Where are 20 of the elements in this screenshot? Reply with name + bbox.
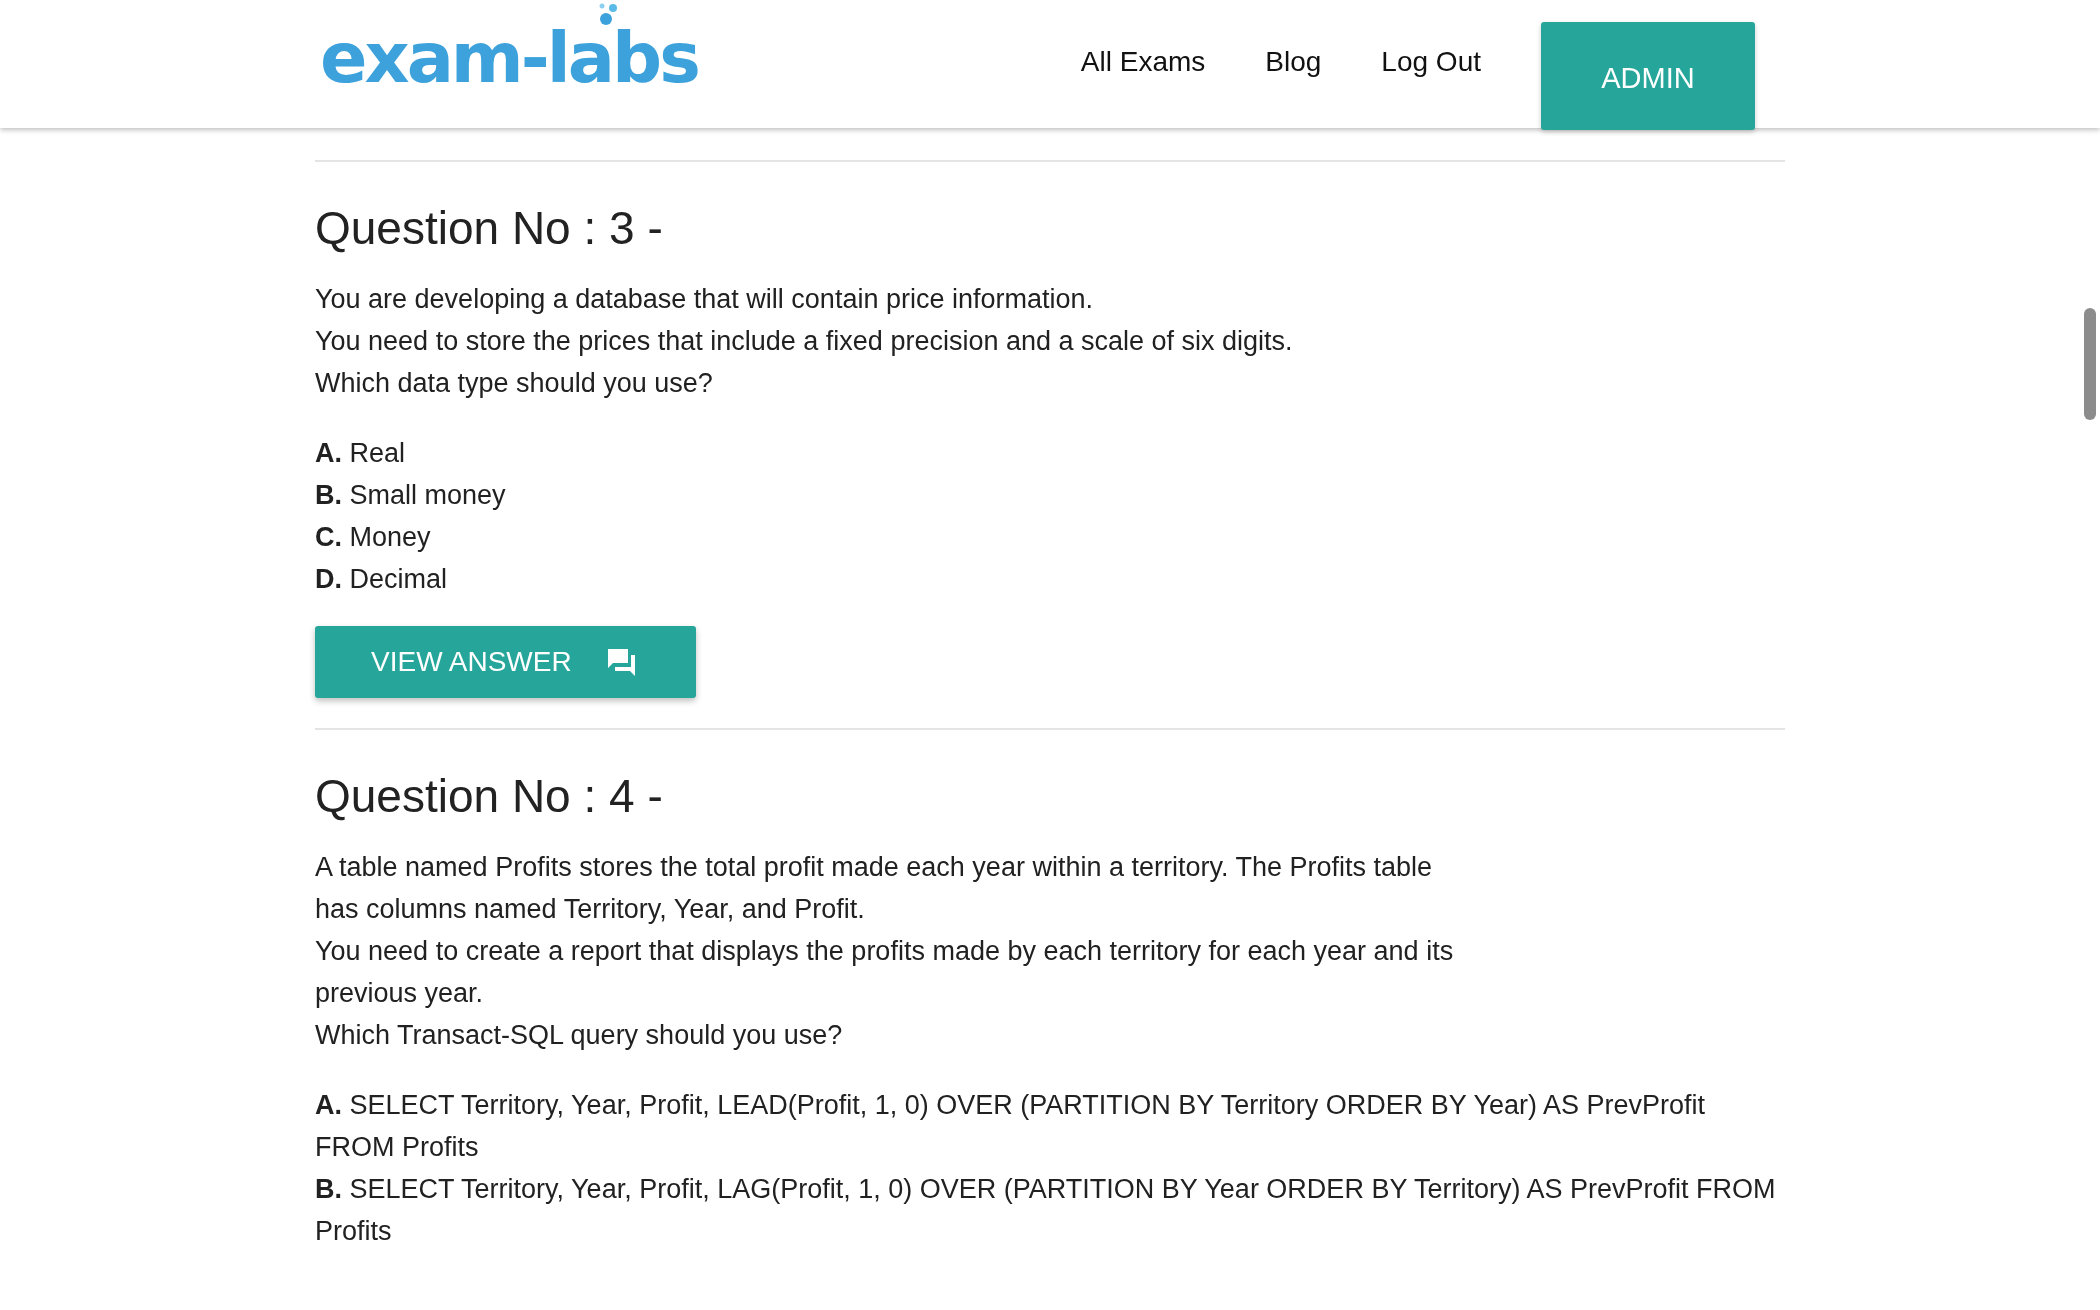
answer-option: D. Decimal (315, 558, 1785, 600)
nav-link[interactable]: Log Out (1381, 46, 1481, 78)
answer-option: A. Real (315, 432, 1785, 474)
nav-link[interactable]: Blog (1265, 46, 1322, 78)
question-text: Which Transact-SQL query should you use? (315, 1019, 844, 1052)
question-text: You need to store the prices that include a fixed precision and a scale of six digits. (315, 325, 1294, 358)
question-text: You are developing a database that will contain price information. (315, 283, 1094, 316)
scrollbar-thumb[interactable] (2084, 308, 2096, 420)
answer-option: C. Money (315, 516, 1785, 558)
chat-icon (605, 646, 638, 678)
nav-link[interactable]: All Exams (1080, 46, 1206, 78)
answer-option: A. SELECT Territory, Year, Profit, LEAD(Profit, 1, 0) OVER (PARTITION BY Territory ORDER BY Year) AS PrevProfit FROM Profits (315, 1084, 1785, 1168)
question-text: A table named Profits stores the total profit made each year within a territory. The Profits table has columns named Territory, Year, and Profit. (315, 851, 1434, 926)
question-text: You need to create a report that displays the profits made by each territory for each year and its previous year. (315, 935, 1455, 1010)
answer-option: B. SELECT Territory, Year, Profit, LAG(Profit, 1, 0) OVER (PARTITION BY Year ORDER BY Territory) AS PrevProfit FROM Profits (315, 1168, 1785, 1252)
question-text: Which data type should you use? (315, 367, 714, 400)
question-heading: Question No : 4 - (315, 769, 664, 824)
question-heading: Question No : 3 - (315, 201, 664, 256)
bubbles-icon (598, 2, 620, 26)
answer-option: B. Small money (315, 474, 1785, 516)
